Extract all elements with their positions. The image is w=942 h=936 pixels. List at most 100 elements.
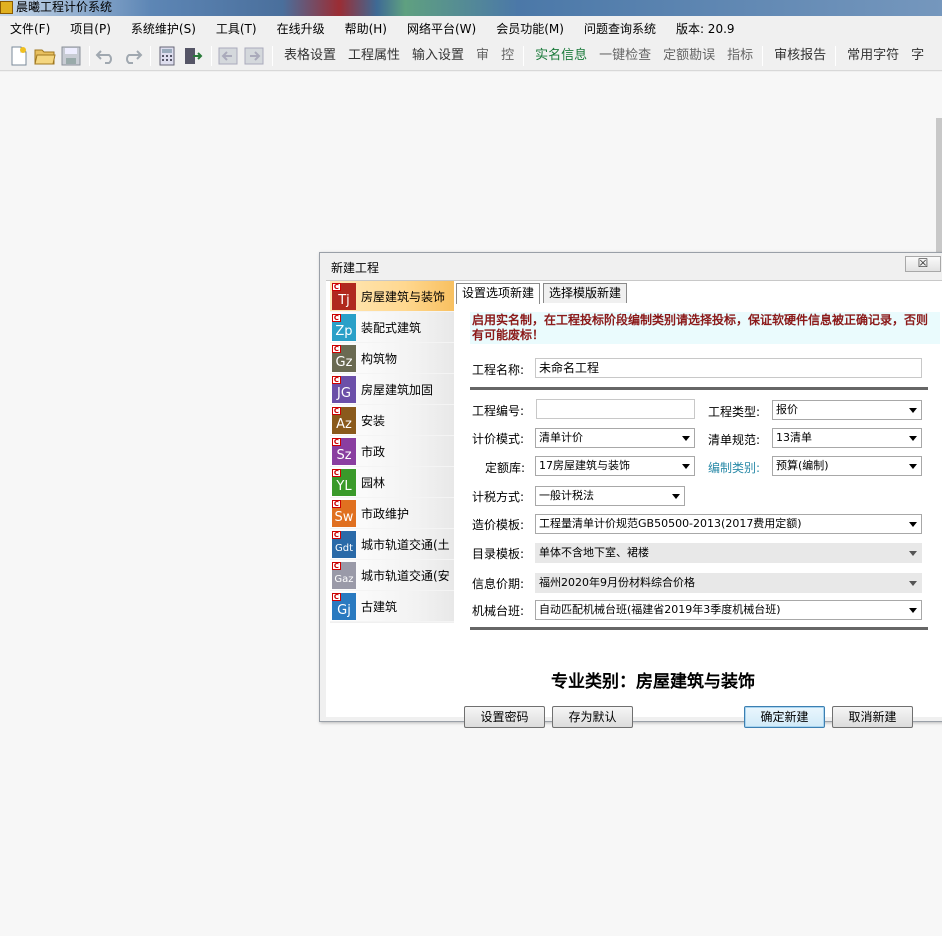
tab-template-new[interactable]: 选择模版新建: [543, 283, 628, 303]
project-type-value: 报价: [776, 403, 798, 416]
arrow-right-icon[interactable]: [243, 45, 265, 67]
close-button[interactable]: ☒: [905, 256, 941, 272]
toolbar-audit-report[interactable]: 审核报告: [768, 42, 832, 70]
c-badge-icon: C: [332, 437, 341, 446]
save-icon[interactable]: [60, 45, 82, 67]
chevron-down-icon: [672, 494, 680, 499]
calculator-icon[interactable]: [156, 45, 178, 67]
category-code: Tj: [338, 292, 350, 308]
chevron-down-icon: [682, 436, 690, 441]
spec-label: 清单规范:: [708, 433, 761, 447]
menu-member[interactable]: 会员功能(M): [486, 18, 574, 40]
cost-template-label: 造价模板:: [472, 518, 525, 532]
price-value: 福州2020年9月份材料综合价格: [539, 576, 695, 589]
menu-network[interactable]: 网络平台(W): [397, 18, 486, 40]
project-name-input[interactable]: 未命名工程: [535, 358, 922, 378]
toolbar-input-settings[interactable]: 输入设置: [406, 42, 470, 70]
menu-file[interactable]: 文件(F): [0, 18, 60, 40]
pricing-mode-select[interactable]: 清单计价: [535, 428, 695, 448]
toolbar-table-settings[interactable]: 表格设置: [278, 42, 342, 70]
category-code: Gj: [337, 602, 351, 618]
tax-select[interactable]: 一般计税法: [535, 486, 685, 506]
machine-label: 机械台班:: [472, 604, 525, 618]
tab-option-new[interactable]: 设置选项新建: [456, 283, 541, 304]
category-icon: C Tj: [332, 282, 356, 310]
category-code: Gdt: [334, 542, 354, 554]
category-icon: C JG: [332, 375, 356, 403]
divider: [470, 387, 928, 390]
category-item[interactable]: C Gj 古建筑: [330, 591, 454, 622]
category-item[interactable]: C Gdt 城市轨道交通(土: [330, 529, 454, 560]
undo-icon[interactable]: [95, 45, 117, 67]
category-label: 房屋建筑与装饰: [361, 289, 446, 304]
cost-template-select[interactable]: 工程量清单计价规范GB50500-2013(2017费用定额): [535, 514, 922, 534]
tax-value: 一般计税法: [539, 489, 594, 502]
price-select[interactable]: 福州2020年9月份材料综合价格: [535, 573, 922, 593]
category-item[interactable]: C Gz 构筑物: [330, 343, 454, 374]
category-list: C Tj 房屋建筑与装饰 C Zp 装配式建筑 C Gz 构筑物 C JG 房屋建筑加固 C Az 安装 C S…: [330, 281, 454, 623]
machine-select[interactable]: 自动匹配机械台班(福建省2019年3季度机械台班): [535, 600, 922, 620]
toolbar-control[interactable]: 控: [495, 42, 520, 70]
project-code-label: 工程编号:: [472, 404, 525, 418]
category-label: 房屋建筑加固: [361, 382, 434, 397]
title-bar: 晨曦工程计价系统: [0, 0, 942, 16]
toolbar-separator: [835, 45, 837, 66]
cancel-new-button[interactable]: 取消新建: [832, 706, 913, 728]
new-project-dialog: 新建工程 ☒ C Tj 房屋建筑与装饰 C Zp 装配式建筑 C Gz 构筑物 C JG 房屋建筑加固…: [319, 252, 942, 728]
category-item[interactable]: C Sw 市政维护: [330, 498, 454, 529]
quota-select[interactable]: 17房屋建筑与装饰: [535, 456, 695, 476]
menu-help[interactable]: 帮助(H): [335, 18, 397, 40]
project-code-input[interactable]: [536, 399, 695, 419]
open-folder-icon[interactable]: [34, 45, 56, 67]
category-icon: C Az: [332, 406, 356, 434]
project-type-select[interactable]: 报价: [772, 400, 922, 420]
menu-query[interactable]: 问题查询系统: [574, 18, 666, 40]
c-badge-icon: C: [332, 530, 341, 539]
toolbar-indicators[interactable]: 指标: [721, 42, 759, 70]
save-default-button[interactable]: 存为默认: [552, 706, 633, 728]
category-icon: C Gdt: [332, 530, 356, 558]
menu-tools[interactable]: 工具(T): [206, 18, 267, 40]
category-code: JG: [337, 385, 351, 401]
tax-label: 计税方式:: [472, 490, 525, 504]
tab-bar: 设置选项新建 选择模版新建: [456, 283, 630, 304]
category-label: 装配式建筑: [361, 320, 422, 335]
project-type-label: 工程类型:: [708, 405, 761, 419]
toolbar-project-properties[interactable]: 工程属性: [342, 42, 406, 70]
confirm-new-button[interactable]: 确定新建: [744, 706, 825, 728]
redo-icon[interactable]: [121, 45, 143, 67]
category-item[interactable]: C JG 房屋建筑加固: [330, 374, 454, 405]
exit-icon[interactable]: [182, 45, 204, 67]
toolbar-truncated-item[interactable]: 字: [905, 42, 930, 70]
machine-value: 自动匹配机械台班(福建省2019年3季度机械台班): [539, 603, 781, 616]
category-item[interactable]: C Az 安装: [330, 405, 454, 436]
toolbar-real-name-info[interactable]: 实名信息: [529, 42, 593, 70]
toolbar-one-click-check[interactable]: 一键检查: [593, 42, 657, 70]
chevron-down-icon: [909, 581, 917, 586]
category-item[interactable]: C Tj 房屋建筑与装饰: [330, 281, 454, 312]
set-password-button[interactable]: 设置密码: [464, 706, 545, 728]
menu-system[interactable]: 系统维护(S): [121, 18, 206, 40]
app-icon: [0, 1, 13, 14]
category-label: 市政维护: [361, 506, 410, 521]
menu-project[interactable]: 项目(P): [60, 18, 121, 40]
menu-upgrade[interactable]: 在线升级: [267, 18, 335, 40]
new-file-icon[interactable]: [8, 45, 30, 67]
category-icon: C Zp: [332, 313, 356, 341]
spec-select[interactable]: 13清单: [772, 428, 922, 448]
category-item[interactable]: C Gaz 城市轨道交通(安: [330, 560, 454, 591]
catalog-select[interactable]: 单体不含地下室、裙楼: [535, 543, 922, 563]
toolbar-quota-errata[interactable]: 定额勘误: [657, 42, 721, 70]
arrow-left-icon[interactable]: [217, 45, 239, 67]
toolbar-separator: [89, 45, 90, 66]
toolbar-separator: [272, 45, 273, 66]
c-badge-icon: C: [332, 344, 341, 353]
toolbar-review[interactable]: 审: [470, 42, 495, 70]
category-item[interactable]: C Sz 市政: [330, 436, 454, 467]
category-item[interactable]: C YL 园林: [330, 467, 454, 498]
category-label: 城市轨道交通(安: [361, 568, 450, 583]
category-item[interactable]: C Zp 装配式建筑: [330, 312, 454, 343]
compile-select[interactable]: 预算(编制): [772, 456, 922, 476]
c-badge-icon: C: [332, 468, 341, 477]
toolbar-common-chars[interactable]: 常用字符: [841, 42, 905, 70]
